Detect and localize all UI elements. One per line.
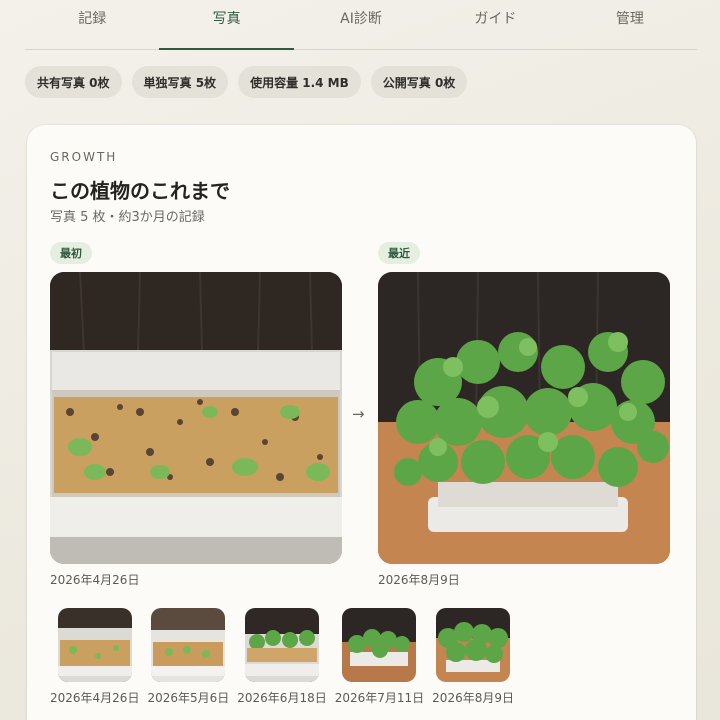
tab-record[interactable]: 記録 [25,0,159,49]
timeline-item[interactable]: 2026年8月9日 [432,608,514,706]
timeline-date: 2026年6月18日 [237,691,327,705]
latest-date: 2026年8月9日 [378,573,460,587]
timeline-item[interactable]: 2026年6月18日 [237,608,327,706]
first-badge: 最初 [50,242,92,264]
first-photo[interactable] [50,272,342,564]
timeline-thumbnail[interactable] [151,608,226,682]
timeline-thumbnail[interactable] [244,608,319,682]
tab-photos[interactable]: 写真 [159,0,295,50]
timeline-date: 2026年8月9日 [432,691,514,705]
timeline-item[interactable]: 2026年7月11日 [335,608,424,706]
tab-ai-diagnosis[interactable]: AI診断 [294,0,428,49]
photo-timeline: 2026年4月26日 2026年5月6日 2026年6月18日 2026年7月1… [50,608,522,706]
growth-title: この植物のこれまで [50,179,230,203]
shared-photos-chip: 共有写真 0枚 [25,66,122,98]
growth-card: GROWTH この植物のこれまで 写真 5 枚・約3か月の記録 最初 最近 → … [27,125,696,720]
timeline-thumbnail[interactable] [436,608,511,682]
single-photos-chip: 単独写真 5枚 [131,66,229,98]
public-photos-chip: 公開写真 0枚 [370,66,468,98]
tab-guide[interactable]: ガイド [428,0,562,49]
tab-bar: 記録 写真 AI診断 ガイド 管理 [25,0,697,50]
storage-usage-chip: 使用容量 1.4 MB [238,66,361,98]
timeline-item[interactable]: 2026年5月6日 [147,608,229,706]
growth-eyebrow: GROWTH [50,150,118,164]
timeline-date: 2026年5月6日 [147,691,230,705]
growth-subtitle: 写真 5 枚・約3か月の記録 [50,210,205,225]
timeline-thumbnail[interactable] [342,608,417,682]
first-date: 2026年4月26日 [50,573,140,587]
timeline-thumbnail[interactable] [57,608,132,682]
stats-chips: 共有写真 0枚 単独写真 5枚 使用容量 1.4 MB 公開写真 0枚 [25,66,468,98]
arrow-icon: → [352,405,365,423]
timeline-date: 2026年7月11日 [334,691,425,705]
timeline-date: 2026年4月26日 [50,691,140,705]
tab-manage[interactable]: 管理 [563,0,697,49]
latest-photo[interactable] [378,272,670,564]
timeline-item[interactable]: 2026年4月26日 [50,608,139,706]
latest-badge: 最近 [378,242,420,264]
